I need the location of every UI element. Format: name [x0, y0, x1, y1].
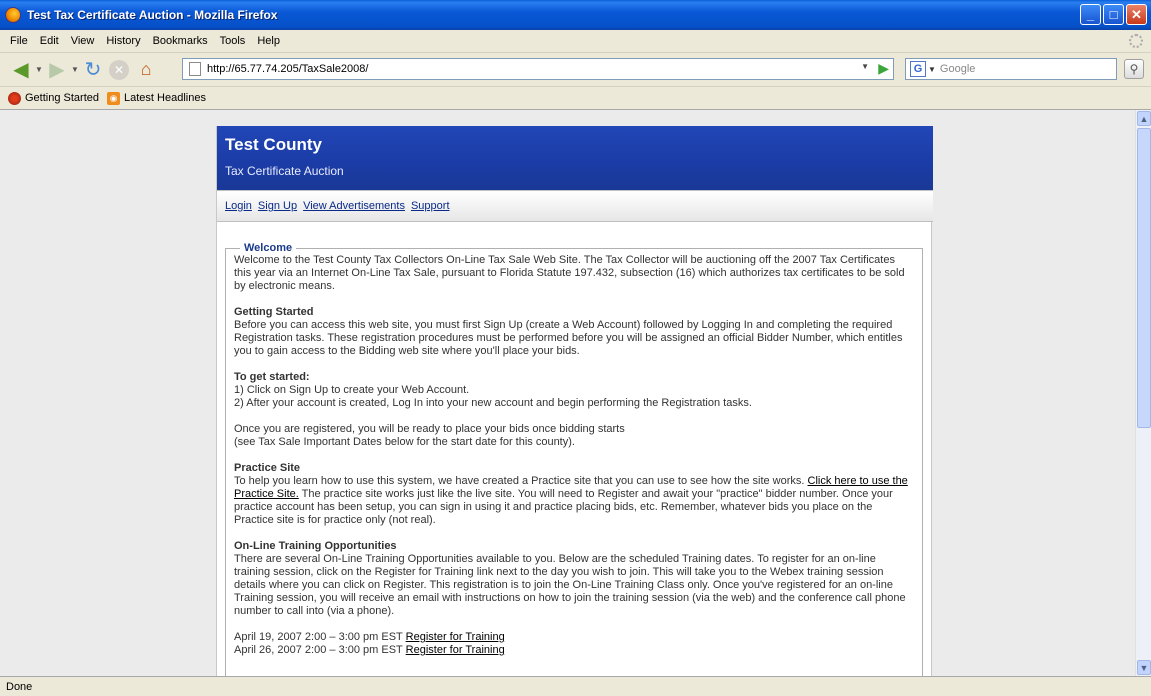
training-session-row: April 19, 2007 2:00 – 3:00 pm EST Regist…: [234, 631, 914, 644]
menu-file[interactable]: File: [4, 35, 34, 47]
window-title: Test Tax Certificate Auction - Mozilla F…: [27, 8, 278, 22]
search-engine-dropdown-icon[interactable]: ▼: [928, 65, 936, 74]
menu-tools[interactable]: Tools: [214, 35, 252, 47]
google-search-engine-icon[interactable]: G: [910, 61, 926, 77]
site-banner: Test County Tax Certificate Auction: [217, 126, 933, 190]
site-title: Test County: [225, 135, 322, 154]
maximize-button[interactable]: □: [1103, 4, 1124, 25]
navigation-toolbar: ◀ ▼ ▶ ▼ ↻ ✕ ⌂ http://65.77.74.205/TaxSal…: [0, 52, 1151, 86]
getting-started-icon: [8, 91, 21, 105]
welcome-section: Welcome Welcome to the Test County Tax C…: [225, 242, 923, 676]
reload-button[interactable]: ↻: [80, 57, 106, 83]
bookmark-label: Latest Headlines: [124, 92, 206, 104]
getting-started-heading: Getting Started: [234, 306, 314, 318]
go-arrow-icon[interactable]: ▶: [878, 60, 889, 77]
status-bar: Done: [0, 676, 1151, 696]
practice-site-text: To help you learn how to use this system…: [234, 475, 908, 526]
status-text: Done: [6, 680, 33, 693]
close-button[interactable]: ✕: [1126, 4, 1147, 25]
menu-bookmarks[interactable]: Bookmarks: [147, 35, 214, 47]
getting-started-text: Before you can access this web site, you…: [234, 319, 903, 357]
stop-button[interactable]: ✕: [106, 57, 132, 83]
training-session-row: April 26, 2007 2:00 – 3:00 pm EST Regist…: [234, 644, 914, 657]
intro-text: Welcome to the Test County Tax Collector…: [234, 254, 905, 292]
forward-history-dropdown-icon[interactable]: ▼: [70, 57, 80, 83]
window-title-bar: Test Tax Certificate Auction - Mozilla F…: [0, 0, 1151, 30]
bookmark-latest-headlines[interactable]: ◉ Latest Headlines: [107, 91, 206, 105]
menu-bar: File Edit View History Bookmarks Tools H…: [0, 30, 1151, 52]
home-button[interactable]: ⌂: [132, 57, 160, 83]
menu-view[interactable]: View: [65, 35, 101, 47]
site-nav: Login Sign Up View Advertisements Suppor…: [217, 190, 933, 222]
minimize-button[interactable]: _: [1080, 4, 1101, 25]
vertical-scrollbar[interactable]: ▲ ▼: [1135, 110, 1151, 676]
menu-history[interactable]: History: [100, 35, 146, 47]
search-box[interactable]: G ▼ Google: [905, 58, 1117, 80]
practice-site-heading: Practice Site: [234, 462, 301, 474]
back-history-dropdown-icon[interactable]: ▼: [34, 57, 44, 83]
search-magnifier-icon[interactable]: ⚲: [1124, 59, 1144, 79]
url-text[interactable]: http://65.77.74.205/TaxSale2008/: [207, 63, 368, 75]
site-subtitle: Tax Certificate Auction: [225, 164, 344, 178]
back-button[interactable]: ◀: [8, 57, 34, 83]
bookmark-getting-started[interactable]: Getting Started: [8, 91, 99, 105]
search-input[interactable]: Google: [940, 63, 975, 75]
activity-throbber-icon: [1129, 34, 1143, 48]
session-date: April 19, 2007 2:00 – 3:00 pm EST: [234, 631, 406, 643]
registered-note-line1: Once you are registered, you will be rea…: [234, 423, 625, 435]
scroll-up-arrow-icon[interactable]: ▲: [1137, 111, 1151, 126]
support-link[interactable]: Support: [411, 200, 450, 212]
web-page: Test County Tax Certificate Auction Logi…: [216, 126, 933, 676]
sign-up-link[interactable]: Sign Up: [258, 200, 297, 212]
address-bar[interactable]: http://65.77.74.205/TaxSale2008/ ▼ ▶: [182, 58, 894, 80]
to-get-started-heading: To get started:: [234, 371, 310, 383]
session-date: April 26, 2007 2:00 – 3:00 pm EST: [234, 644, 406, 656]
browser-viewport: Test County Tax Certificate Auction Logi…: [0, 110, 1135, 676]
register-for-training-link[interactable]: Register for Training: [406, 631, 505, 643]
stop-icon: ✕: [109, 59, 129, 80]
view-advertisements-link[interactable]: View Advertisements: [303, 200, 405, 212]
forward-button[interactable]: ▶: [44, 57, 70, 83]
bookmark-label: Getting Started: [25, 92, 99, 104]
scroll-thumb[interactable]: [1137, 128, 1151, 428]
firefox-icon: [5, 7, 21, 23]
scroll-down-arrow-icon[interactable]: ▼: [1137, 660, 1151, 675]
bookmarks-toolbar: Getting Started ◉ Latest Headlines: [0, 86, 1151, 110]
step-1: 1) Click on Sign Up to create your Web A…: [234, 384, 470, 396]
welcome-legend: Welcome: [244, 242, 293, 254]
rss-feed-icon: ◉: [107, 91, 120, 105]
training-heading: On-Line Training Opportunities: [234, 540, 397, 552]
training-text: There are several On-Line Training Oppor…: [234, 553, 906, 617]
register-for-training-link[interactable]: Register for Training: [406, 644, 505, 656]
login-link[interactable]: Login: [225, 200, 252, 212]
url-dropdown-icon[interactable]: ▼: [861, 62, 869, 71]
menu-edit[interactable]: Edit: [34, 35, 65, 47]
registered-note-line2: (see Tax Sale Important Dates below for …: [234, 436, 575, 448]
menu-help[interactable]: Help: [251, 35, 286, 47]
step-2: 2) After your account is created, Log In…: [234, 397, 752, 409]
page-icon: [189, 62, 201, 76]
